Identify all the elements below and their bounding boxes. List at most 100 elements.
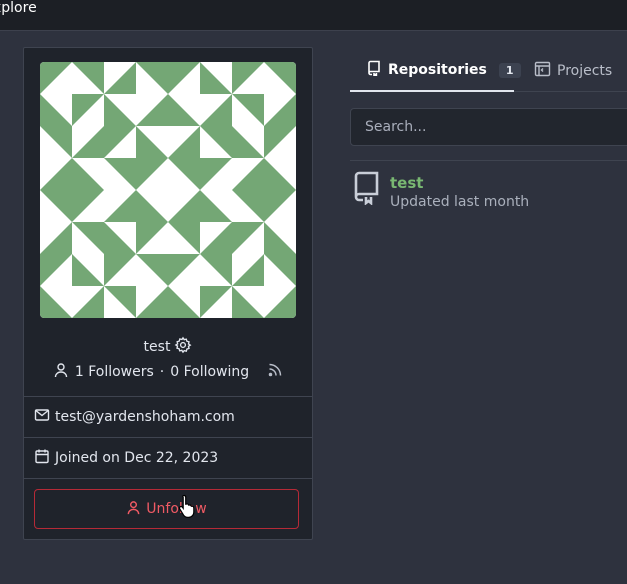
avatar-tile	[72, 126, 104, 158]
avatar-tile	[168, 222, 200, 254]
following-link[interactable]: 0 Following	[170, 364, 249, 380]
gear-icon[interactable]	[174, 336, 192, 358]
avatar-tile	[232, 286, 264, 318]
unfollow-button[interactable]: Unfollow	[34, 489, 299, 529]
avatar-tile	[40, 126, 72, 158]
avatar-tile	[104, 94, 136, 126]
follow-separator: ·	[159, 364, 165, 380]
avatar-tile	[200, 158, 232, 190]
avatar-tile	[232, 126, 264, 158]
avatar-tile	[104, 126, 136, 158]
avatar-tile	[72, 222, 104, 254]
avatar-tile	[136, 254, 168, 286]
tab-repositories-label: Repositories	[388, 62, 487, 78]
avatar-tile	[104, 254, 136, 286]
top-navbar: xplore	[0, 0, 627, 31]
calendar-icon	[34, 448, 50, 468]
avatar-tile	[72, 158, 104, 190]
followers-link[interactable]: 1 Followers	[75, 364, 154, 380]
avatar-tile	[200, 62, 232, 94]
tab-repositories[interactable]: Repositories 1	[350, 50, 521, 92]
avatar	[40, 62, 296, 318]
avatar-tile	[264, 190, 296, 222]
avatar-tile	[40, 158, 72, 190]
avatar-tile	[168, 190, 200, 222]
avatar-tile	[264, 222, 296, 254]
avatar-tile	[168, 126, 200, 158]
username-row: test	[24, 336, 312, 358]
avatar-tile	[136, 190, 168, 222]
nav-explore-link[interactable]: xplore	[0, 0, 37, 16]
tab-projects-label: Projects	[557, 62, 613, 79]
email-link[interactable]: test@yardenshoham.com	[55, 409, 235, 425]
avatar-tile	[232, 158, 264, 190]
avatar-tile	[40, 222, 72, 254]
avatar-tile	[72, 254, 104, 286]
avatar-tile	[168, 254, 200, 286]
avatar-tile	[72, 62, 104, 94]
avatar-tile	[168, 94, 200, 126]
avatar-tile	[136, 94, 168, 126]
avatar-tile	[104, 222, 136, 254]
avatar-tile	[104, 190, 136, 222]
avatar-tile	[200, 254, 232, 286]
avatar-tile	[200, 222, 232, 254]
avatar-tile	[136, 286, 168, 318]
hand-cursor-icon	[178, 494, 196, 522]
unfollow-label: Unfollow	[146, 501, 207, 517]
profile-card: test 1 Followers · 0 Following test@yard…	[23, 47, 313, 540]
mail-icon	[34, 407, 50, 427]
avatar-tile	[40, 286, 72, 318]
joined-row: Joined on Dec 22, 2023	[24, 437, 312, 478]
avatar-tile	[264, 158, 296, 190]
avatar-tile	[264, 94, 296, 126]
avatar-tile	[40, 254, 72, 286]
avatar-tile	[232, 190, 264, 222]
avatar-tile	[264, 286, 296, 318]
avatar-tile	[168, 286, 200, 318]
avatar-tile	[104, 158, 136, 190]
avatar-tile	[264, 254, 296, 286]
repo-icon	[366, 60, 382, 80]
action-row: Unfollow	[24, 478, 312, 540]
person-icon	[126, 500, 141, 519]
repo-count-badge: 1	[498, 62, 521, 78]
avatar-tile	[200, 94, 232, 126]
avatar-tile	[40, 62, 72, 94]
avatar-tile	[72, 94, 104, 126]
avatar-tile	[136, 222, 168, 254]
avatar-tile	[136, 158, 168, 190]
avatar-tile	[104, 286, 136, 318]
profile-tabs: Repositories 1 Projects	[350, 50, 627, 92]
person-icon	[53, 362, 69, 382]
repo-updated: Updated last month	[390, 194, 530, 210]
profile-username: test	[143, 339, 171, 355]
project-icon	[534, 61, 551, 81]
avatar-tile	[232, 222, 264, 254]
rss-icon[interactable]	[267, 362, 283, 382]
divider	[350, 160, 627, 161]
repo-icon	[352, 171, 380, 209]
avatar-tile	[232, 254, 264, 286]
list-item: test Updated last month	[350, 171, 627, 215]
email-row: test@yardenshoham.com	[24, 396, 312, 437]
avatar-tile	[40, 94, 72, 126]
avatar-tile	[72, 286, 104, 318]
avatar-tile	[40, 190, 72, 222]
repo-name-link[interactable]: test	[390, 174, 423, 192]
avatar-tile	[232, 62, 264, 94]
avatar-tile	[232, 94, 264, 126]
search-input[interactable]	[350, 108, 627, 146]
tab-projects[interactable]: Projects	[534, 50, 612, 91]
avatar-tile	[264, 126, 296, 158]
follow-stats: 1 Followers · 0 Following	[24, 361, 312, 383]
avatar-tile	[200, 190, 232, 222]
avatar-tile	[72, 190, 104, 222]
avatar-tile	[136, 62, 168, 94]
joined-date: Joined on Dec 22, 2023	[55, 450, 219, 466]
avatar-tile	[168, 62, 200, 94]
avatar-tile	[104, 62, 136, 94]
avatar-tile	[200, 286, 232, 318]
avatar-tile	[136, 126, 168, 158]
avatar-tile	[168, 158, 200, 190]
